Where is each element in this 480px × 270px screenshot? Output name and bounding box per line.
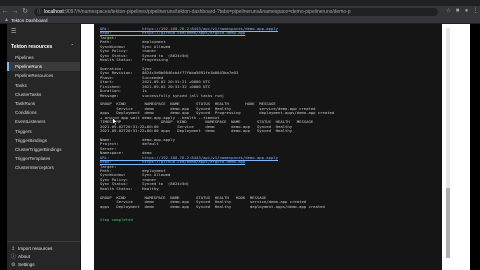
sidebar: ☰ Tekton resources ˆ Pipelines PipelineR… — [7, 24, 81, 270]
step-log-output[interactable]: URL: https://192.168.76.2:8443/api/v1/na… — [94, 24, 442, 270]
bookmark-tekton-dashboard[interactable]: Tekton Dashboard — [11, 18, 48, 23]
sidebar-item-clusterinterceptors[interactable]: ClusterInterceptors — [7, 163, 80, 172]
sidebar-section-tekton-resources[interactable]: Tekton resources ˆ — [7, 42, 80, 53]
log-lines: URL: https://192.168.76.2:8443/api/v1/na… — [100, 26, 442, 222]
tekton-dashboard: ☰ Tekton resources ˆ Pipelines PipelineR… — [7, 24, 470, 270]
chevron-up-icon: ˆ — [71, 44, 73, 50]
sidebar-item-settings[interactable]: ⚙ Settings — [7, 261, 81, 269]
extensions-icon[interactable]: ■ — [453, 6, 462, 17]
sidebar-item-pipelineruns[interactable]: PipelineRuns — [7, 62, 80, 72]
tekton-logo-icon: ▲ — [4, 17, 9, 23]
forward-arrow-icon[interactable]: → — [10, 6, 20, 17]
bookmarks-bar: ▲ Tekton Dashboard — [0, 17, 480, 24]
step-completed-message: Step completed — [100, 216, 133, 222]
back-arrow-icon[interactable]: ← — [0, 6, 10, 17]
browser-toolbar: ← → ↻ ⓘ localhost:9097/#/namespaces/tekto… — [0, 6, 480, 17]
sidebar-item-clustertriggerbindings[interactable]: ClusterTriggerBindings — [7, 145, 80, 154]
info-icon[interactable]: ⓘ — [37, 8, 42, 16]
sidebar-item-triggerbindings[interactable]: TriggerBindings — [7, 136, 80, 145]
sidebar-item-import-resources[interactable]: ↥ Import resources — [7, 245, 81, 253]
sidebar-item-eventlisteners[interactable]: EventListeners — [7, 117, 80, 126]
sidebar-item-clustertasks[interactable]: ClusterTasks — [7, 90, 80, 99]
sidebar-item-about[interactable]: ⓘ About — [7, 253, 81, 261]
url-host: localhost — [44, 8, 64, 15]
url-path: :9097/#/namespaces/tekton-pipelines/pipe… — [63, 8, 351, 15]
scrollbar[interactable] — [446, 28, 450, 258]
sidebar-nav: Tekton resources ˆ Pipelines PipelineRun… — [7, 38, 80, 172]
sidebar-item-triggertemplates[interactable]: TriggerTemplates — [7, 154, 80, 163]
address-bar[interactable]: ⓘ localhost:9097/#/namespaces/tekton-pipe… — [34, 7, 438, 16]
info-icon: ⓘ — [11, 254, 17, 260]
sidebar-item-pipelineresources[interactable]: PipelineResources — [7, 71, 80, 80]
browser-window: { "browser": { "url_host": "localhost", … — [0, 0, 480, 270]
profile-icon[interactable]: ● — [462, 6, 471, 17]
menu-kebab-icon[interactable]: ⋮ — [471, 6, 480, 17]
settings-label: Settings — [18, 262, 35, 267]
sidebar-item-taskruns[interactable]: TaskRuns — [7, 99, 80, 108]
sidebar-footer: ↥ Import resources ⓘ About ⚙ Settings — [7, 241, 81, 270]
sidebar-section-label: Tekton resources — [11, 44, 53, 50]
gear-icon: ⚙ — [11, 262, 16, 268]
import-resources-label: Import resources — [18, 246, 53, 251]
sidebar-item-pipelines[interactable]: Pipelines — [7, 53, 80, 62]
mouse-cursor-icon — [112, 117, 118, 126]
main-content: URL: https://192.168.76.2:8443/api/v1/na… — [82, 24, 470, 270]
reload-icon[interactable]: ↻ — [20, 6, 30, 17]
about-label: About — [18, 254, 31, 259]
hamburger-menu-icon[interactable]: ☰ — [11, 28, 16, 35]
sidebar-item-tasks[interactable]: Tasks — [7, 81, 80, 90]
sidebar-item-conditions[interactable]: Conditions — [7, 108, 80, 117]
star-icon[interactable]: ☆ — [444, 6, 453, 17]
sidebar-item-triggers[interactable]: Triggers — [7, 127, 80, 136]
upload-icon: ↥ — [11, 246, 16, 252]
scrollbar-thumb[interactable] — [446, 188, 450, 258]
sidebar-top: ☰ — [7, 24, 80, 38]
